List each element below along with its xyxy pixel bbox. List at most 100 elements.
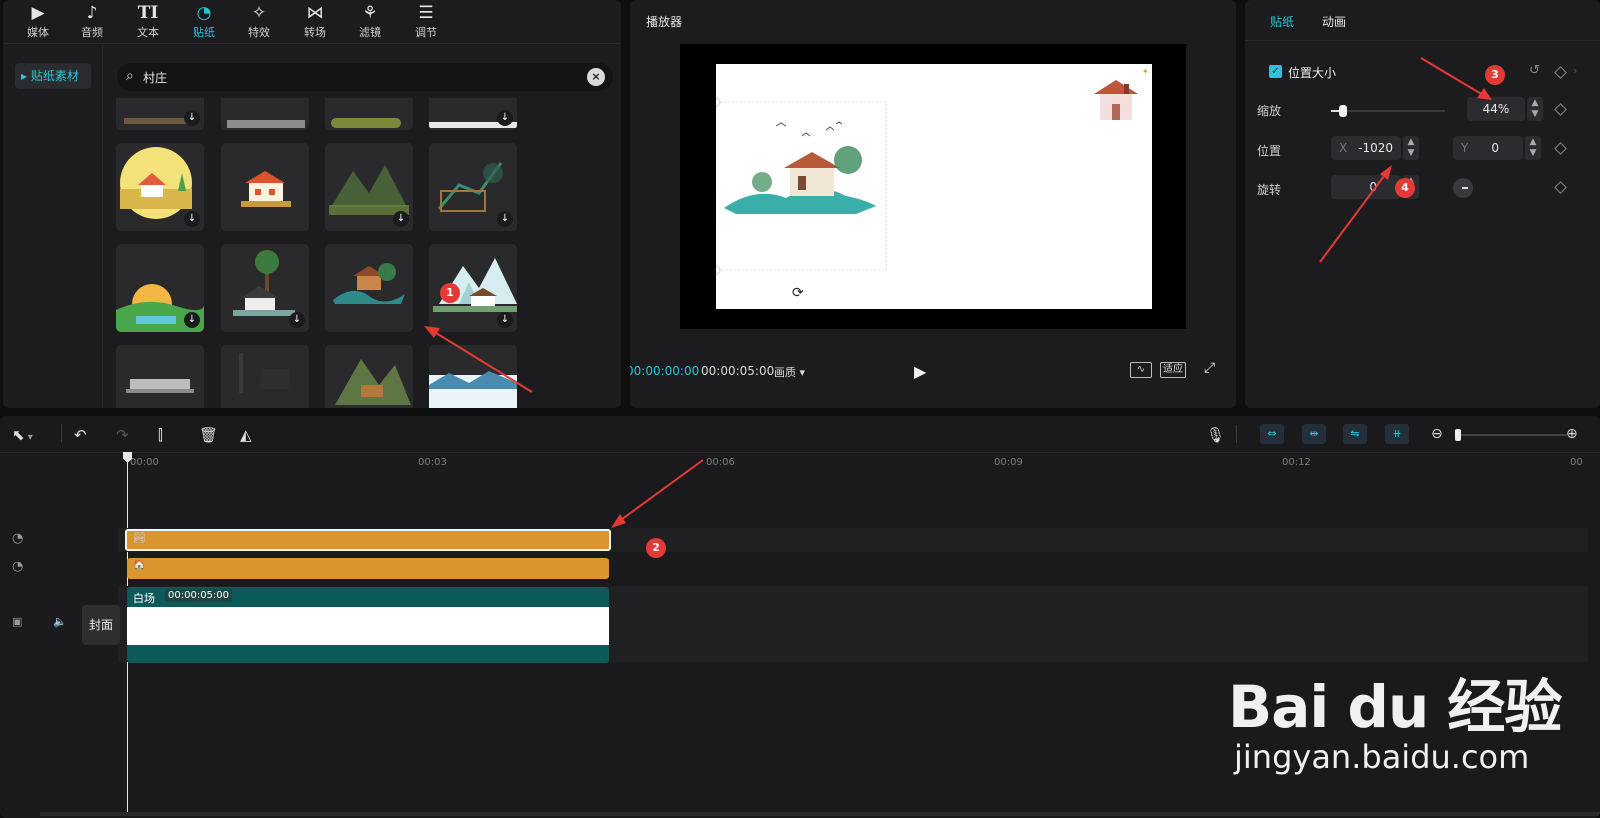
effects-icon: ✧ [251, 3, 267, 23]
reset-icon[interactable]: ↺ [1529, 63, 1540, 78]
position-x-input[interactable]: X -1020 [1331, 136, 1401, 160]
download-icon[interactable]: ↓ [184, 211, 200, 227]
sticker-preview [331, 118, 401, 128]
position-x-stepper[interactable]: ▲ ▼ [1403, 136, 1419, 160]
preview-canvas[interactable]: ✦ ⟳ [716, 64, 1152, 309]
sticker-clip[interactable]: 🏠 [127, 558, 609, 579]
split-view-icon[interactable]: ⧺ [1385, 424, 1409, 444]
keyframe-icon[interactable] [1554, 103, 1567, 116]
auto-snap-icon[interactable]: ⇔ [1260, 424, 1284, 444]
media-icon: ▶ [31, 3, 45, 23]
fullscreen-icon[interactable]: ⤢ [1204, 360, 1215, 376]
keyframe-icon[interactable] [1554, 66, 1567, 79]
sticker-thumb[interactable]: ↓ [325, 143, 413, 231]
annotation-badge: 1 [440, 283, 460, 303]
tab-audio[interactable]: ♪ 音频 [65, 2, 119, 40]
rotation-input[interactable]: 0 [1331, 175, 1401, 199]
tab-sticker[interactable]: ◔ 贴纸 [177, 2, 231, 40]
mute-icon[interactable]: 🔈 [53, 615, 67, 628]
sidebar-item-sticker-assets[interactable]: ▸ 贴纸素材 [15, 63, 91, 89]
download-icon[interactable]: ↓ [184, 312, 200, 328]
section-title: 位置大小 [1288, 66, 1337, 80]
tab-transition[interactable]: ⋈ 转场 [288, 2, 342, 40]
scale-stepper[interactable]: ▲ ▼ [1527, 97, 1543, 121]
microphone-icon[interactable]: 🎙 [1206, 426, 1225, 444]
scale-slider[interactable] [1331, 105, 1445, 117]
sticker-thumb[interactable] [325, 98, 413, 130]
sticker-clip-selected[interactable]: 🏞 [125, 529, 611, 551]
search-bar: ⌕ × [117, 63, 613, 91]
play-icon[interactable]: ▶ [914, 362, 926, 381]
download-icon[interactable]: ↓ [497, 110, 513, 126]
sticker-thumb[interactable] [116, 345, 204, 408]
total-time: 00:00:05:00 [701, 364, 775, 378]
search-input[interactable] [143, 63, 573, 91]
sticker-clip-thumb: 🏞 [133, 533, 146, 544]
download-icon[interactable]: ↓ [184, 110, 200, 126]
svg-text:✦: ✦ [1142, 67, 1149, 76]
scale-input[interactable]: 44% [1467, 97, 1525, 121]
position-y-stepper[interactable]: ▲ ▼ [1525, 136, 1541, 160]
tab-text[interactable]: TI 文本 [121, 2, 175, 40]
quality-dropdown[interactable]: 画质 ▾ [774, 364, 805, 380]
keyframe-icon[interactable] [1554, 181, 1567, 194]
sticker-thumb[interactable] [325, 345, 413, 408]
clip-name: 白场 [133, 592, 155, 605]
transition-icon: ⋈ [306, 3, 324, 23]
download-icon[interactable]: ↓ [497, 211, 513, 227]
sticker-clip-thumb: 🏠 [133, 560, 146, 571]
redo-icon[interactable]: ↷ [116, 426, 129, 444]
zoom-slider-thumb[interactable] [1455, 429, 1461, 441]
player-title: 播放器 [646, 15, 683, 29]
mirror-icon[interactable]: ◭ [240, 426, 252, 444]
linkage-icon[interactable]: ⇹ [1302, 424, 1326, 444]
download-icon[interactable]: ↓ [497, 312, 513, 328]
sticker-thumb[interactable] [221, 345, 309, 408]
tab-media[interactable]: ▶ 媒体 [11, 2, 65, 40]
sticker-thumb[interactable] [221, 143, 309, 231]
download-icon[interactable]: ↓ [393, 211, 409, 227]
position-size-checkbox[interactable]: ✓ [1269, 65, 1282, 78]
main-clip[interactable]: 白场 00:00:05:00 [127, 587, 609, 663]
zoom-in-icon[interactable]: ⊕ [1566, 426, 1578, 442]
search-icon: ⌕ [126, 68, 134, 84]
sticker-thumb[interactable]: ↓ [221, 244, 309, 332]
player-viewport: ✦ ⟳ [680, 44, 1186, 329]
split-icon[interactable]: ⫿ [158, 426, 163, 444]
cover-button[interactable]: 封面 [82, 605, 120, 645]
download-icon[interactable]: ↓ [289, 312, 305, 328]
sticker-track-icon: ◔ [12, 531, 24, 546]
tab-effects[interactable]: ✧ 特效 [232, 2, 286, 40]
sticker-thumb[interactable]: ↓ [116, 143, 204, 231]
clip-thumbnail [127, 607, 609, 645]
preview-axis-icon[interactable]: ⇋ [1343, 424, 1367, 444]
keyframe-icon[interactable] [1554, 142, 1567, 155]
zoom-out-icon[interactable]: ⊖ [1431, 426, 1443, 442]
horizontal-scrollbar[interactable] [40, 812, 1600, 816]
position-y-input[interactable]: Y0 [1453, 136, 1523, 160]
clear-search-icon[interactable]: × [587, 68, 605, 86]
watermark-logo: Bai du 经验 [1228, 673, 1562, 741]
fit-button[interactable]: 适应 [1160, 362, 1186, 378]
tab-adjust[interactable]: ☰ 调节 [399, 2, 453, 40]
sticker-thumb[interactable]: ↓ [429, 143, 517, 231]
waveform-icon[interactable]: ∿ [1130, 362, 1152, 378]
tab-filter[interactable]: ⚘ 滤镜 [343, 2, 397, 40]
delete-icon[interactable]: 🗑 [199, 426, 218, 444]
sticker-thumb[interactable] [221, 98, 309, 130]
rotation-dial[interactable] [1453, 178, 1473, 198]
zoom-slider[interactable] [1455, 429, 1567, 441]
undo-icon[interactable]: ↶ [74, 426, 87, 444]
sticker-thumb[interactable]: ↓ [116, 244, 204, 332]
rotate-handle-icon[interactable]: ⟳ [792, 285, 804, 301]
sticker-thumb[interactable] [325, 244, 413, 332]
divider [1245, 40, 1600, 41]
select-tool-icon[interactable]: ⬉ ▾ [12, 426, 33, 444]
tab-animation[interactable]: 动画 [1322, 13, 1346, 30]
sticker-thumb[interactable]: ↓ [429, 98, 517, 130]
tab-sticker-props[interactable]: 贴纸 [1270, 13, 1294, 30]
properties-panel: 贴纸 动画 ✓ 位置大小 ↺ › 缩放 44% ▲ ▼ 位置 X -1020 ▲ ▼ … [1245, 0, 1600, 408]
scale-slider-thumb[interactable] [1339, 105, 1347, 117]
sticker-thumb[interactable]: ↓ [116, 98, 204, 130]
sticker-thumb[interactable] [429, 345, 517, 408]
